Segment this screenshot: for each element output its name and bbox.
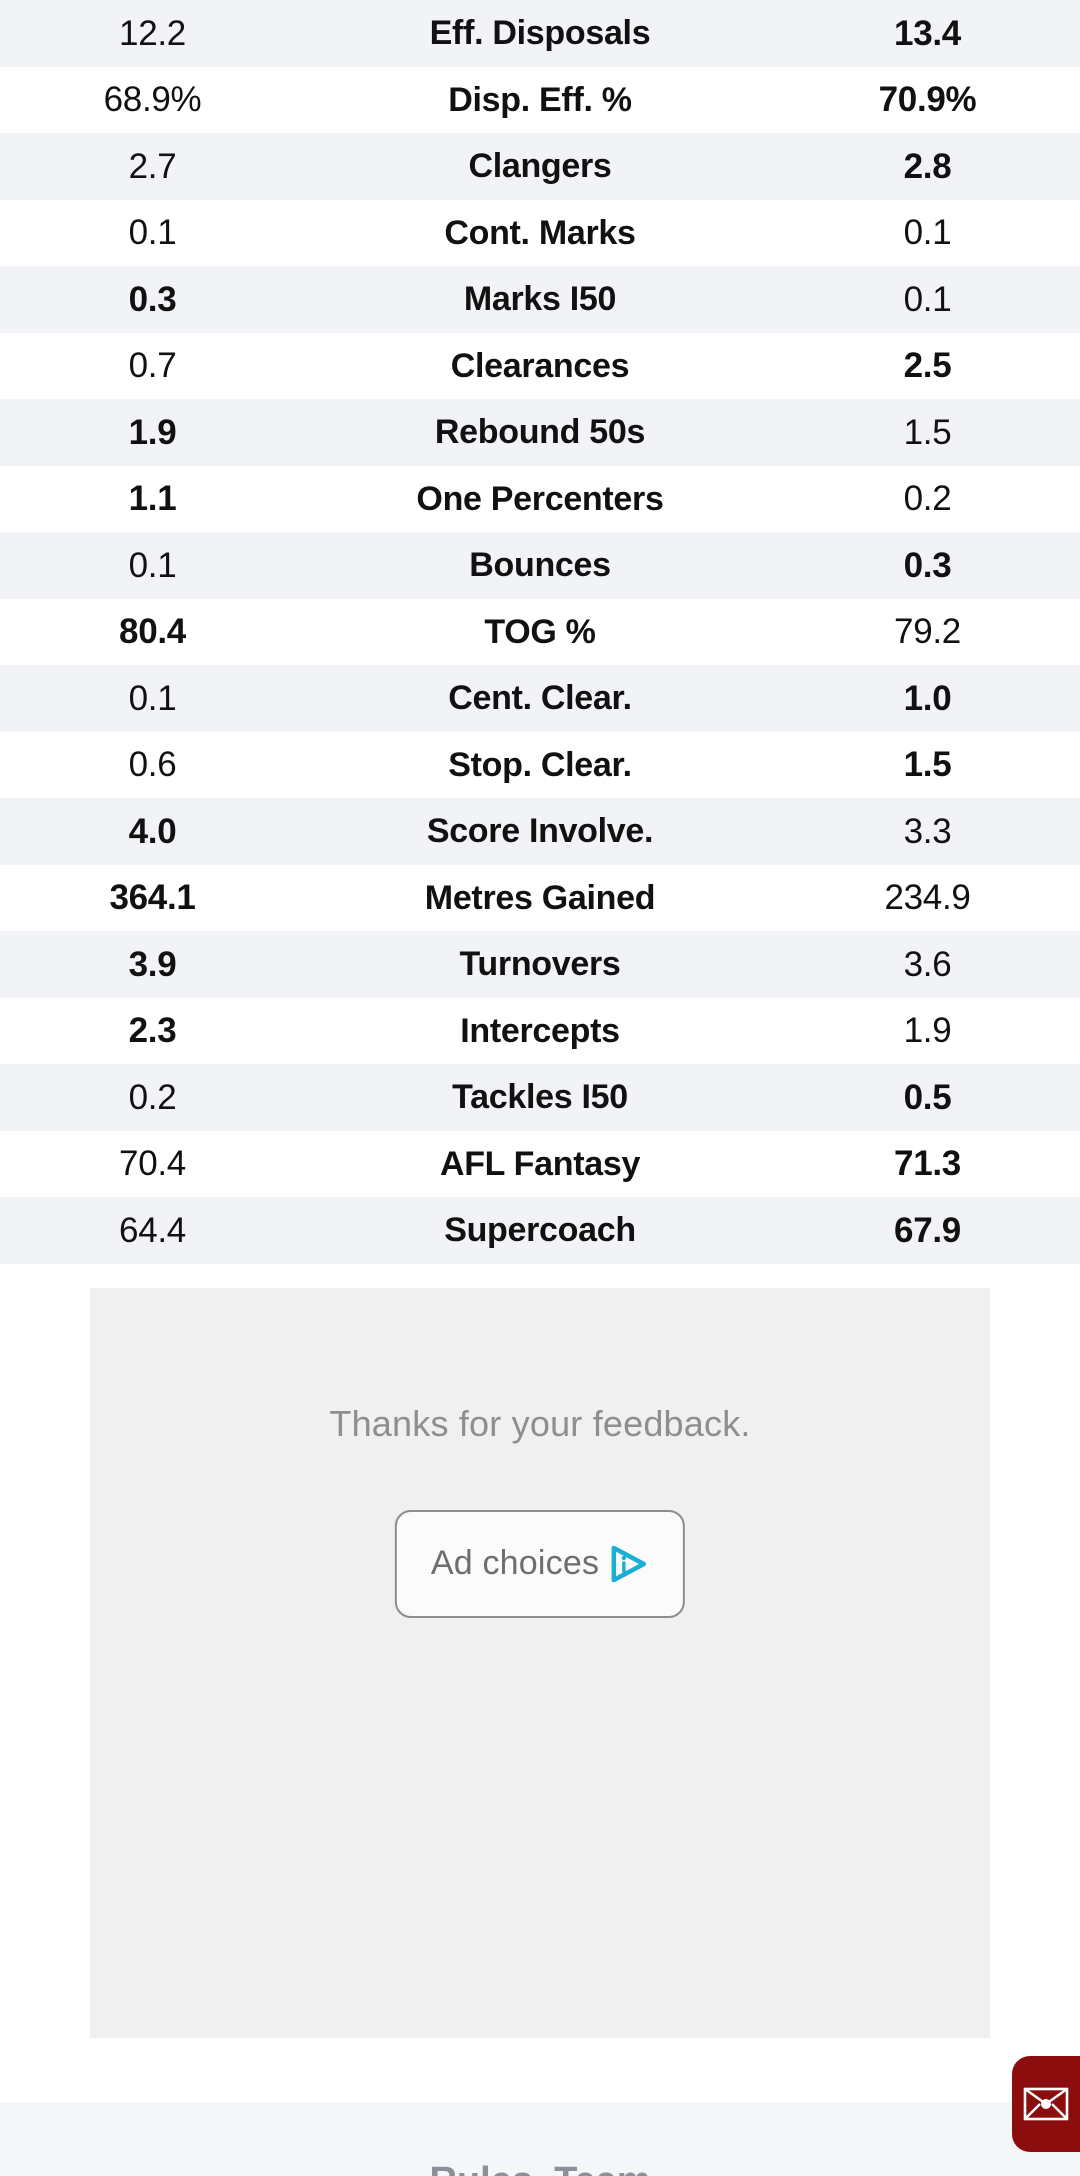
advertisement-container: Thanks for your feedback. Ad choices [0, 1287, 1080, 2038]
stat-label: Bounces [469, 546, 611, 585]
adchoices-triangle-icon [609, 1544, 649, 1584]
stat-value-right: 1.0 [903, 678, 952, 718]
table-row: 0.7 Clearances 2.5 [0, 332, 1080, 399]
stat-value-right: 234.9 [884, 878, 971, 918]
stat-label: Rebound 50s [434, 413, 646, 452]
content-spacer [0, 2037, 1080, 2084]
table-row: 0.2 Tackles I50 0.5 [0, 1064, 1080, 1131]
stat-value-right: 67.9 [894, 1210, 961, 1250]
table-row: 80.4 TOG % 79.2 [0, 598, 1080, 665]
stat-value-right: 1.9 [903, 1011, 952, 1051]
stat-value-left: 1.1 [128, 479, 177, 519]
stat-label: Intercepts [460, 1011, 620, 1050]
stat-value-left: 70.4 [119, 1144, 186, 1184]
stat-label: Score Involve. [426, 812, 654, 851]
stats-comparison-screen: 12.2 Eff. Disposals 13.4 68.9% Disp. Eff. % 7… [0, 0, 1080, 2176]
stat-value-left: 3.9 [128, 944, 177, 984]
stat-label: Marks I50 [463, 280, 617, 319]
ad-feedback-message: Thanks for your feedback. [329, 1402, 751, 1444]
stat-value-right: 13.4 [894, 13, 961, 53]
stat-value-right: 0.1 [903, 279, 952, 319]
stat-label: Disp. Eff. % [448, 80, 632, 119]
table-row: 2.3 Intercepts 1.9 [0, 997, 1080, 1064]
table-row: 2.7 Clangers 2.8 [0, 133, 1080, 200]
ad-choices-label: Ad choices [430, 1544, 600, 1582]
ad-choices-button[interactable]: Ad choices [394, 1509, 686, 1618]
stat-label: Cent. Clear. [448, 679, 632, 718]
stat-value-left: 4.0 [128, 811, 177, 851]
stat-value-right: 1.5 [903, 745, 952, 785]
stat-label: Clearances [450, 346, 630, 385]
table-row: 4.0 Score Involve. 3.3 [0, 798, 1080, 865]
table-row: 68.9% Disp. Eff. % 70.9% [0, 66, 1080, 133]
table-row: 0.3 Marks I50 0.1 [0, 266, 1080, 333]
stat-value-left: 2.7 [128, 146, 177, 186]
stat-label: AFL Fantasy [439, 1144, 641, 1183]
stat-value-left: 0.1 [128, 213, 177, 253]
table-row: 12.2 Eff. Disposals 13.4 [0, 0, 1080, 67]
stat-value-right: 0.3 [903, 545, 952, 585]
stat-value-right: 70.9% [878, 80, 977, 120]
stat-label: Turnovers [459, 945, 621, 984]
stat-value-left: 68.9% [103, 80, 202, 120]
stat-value-right: 3.6 [903, 944, 952, 984]
stat-value-right: 0.1 [903, 213, 952, 253]
stat-label: TOG % [484, 612, 596, 651]
table-row: 1.1 One Percenters 0.2 [0, 465, 1080, 532]
table-row: 70.4 AFL Fantasy 71.3 [0, 1130, 1080, 1197]
table-row: 0.6 Stop. Clear. 1.5 [0, 731, 1080, 798]
table-row: 0.1 Cont. Marks 0.1 [0, 199, 1080, 266]
stat-value-right: 1.5 [903, 412, 952, 452]
stat-label: Clangers [468, 147, 612, 186]
stat-value-left: 1.9 [128, 412, 177, 452]
stat-label: Eff. Disposals [429, 14, 651, 53]
bottom-section-title: Rules, Team [429, 2160, 650, 2176]
stat-label: Metres Gained [424, 878, 656, 917]
stat-value-left: 2.3 [128, 1011, 177, 1051]
stat-value-left: 0.1 [128, 545, 177, 585]
table-row: 0.1 Cent. Clear. 1.0 [0, 665, 1080, 732]
bottom-section: Rules, Team [0, 2102, 1080, 2176]
stat-label: Stop. Clear. [448, 745, 632, 784]
stat-value-right: 0.2 [903, 479, 952, 519]
stat-label: Supercoach [444, 1211, 636, 1250]
stat-value-left: 0.3 [128, 279, 177, 319]
stat-value-left: 0.6 [128, 745, 177, 785]
stat-value-left: 364.1 [109, 878, 196, 918]
stat-value-right: 79.2 [894, 612, 961, 652]
player-comparison-stats-table: 12.2 Eff. Disposals 13.4 68.9% Disp. Eff. % 7… [0, 0, 1080, 1264]
stat-value-right: 0.5 [903, 1077, 952, 1117]
table-row: 3.9 Turnovers 3.6 [0, 931, 1080, 998]
stat-value-right: 3.3 [903, 811, 952, 851]
stat-label: Cont. Marks [444, 213, 636, 252]
stat-value-right: 71.3 [894, 1144, 961, 1184]
stat-value-left: 0.7 [128, 346, 177, 386]
table-row: 1.9 Rebound 50s 1.5 [0, 399, 1080, 466]
stat-value-left: 80.4 [119, 612, 186, 652]
stat-value-left: 0.1 [128, 678, 177, 718]
stat-value-right: 2.8 [903, 146, 952, 186]
table-row: 364.1 Metres Gained 234.9 [0, 864, 1080, 931]
envelope-icon [1023, 2087, 1069, 2121]
stat-label: Tackles I50 [452, 1078, 628, 1117]
stat-value-left: 12.2 [119, 13, 186, 53]
stat-value-left: 0.2 [128, 1077, 177, 1117]
stat-label: One Percenters [416, 479, 664, 518]
stat-value-right: 2.5 [903, 346, 952, 386]
ad-slot: Thanks for your feedback. Ad choices [90, 1287, 990, 2038]
stat-value-left: 64.4 [119, 1210, 186, 1250]
table-row: 64.4 Supercoach 67.9 [0, 1197, 1080, 1264]
mail-feedback-button[interactable] [1012, 2056, 1080, 2152]
table-row: 0.1 Bounces 0.3 [0, 532, 1080, 599]
